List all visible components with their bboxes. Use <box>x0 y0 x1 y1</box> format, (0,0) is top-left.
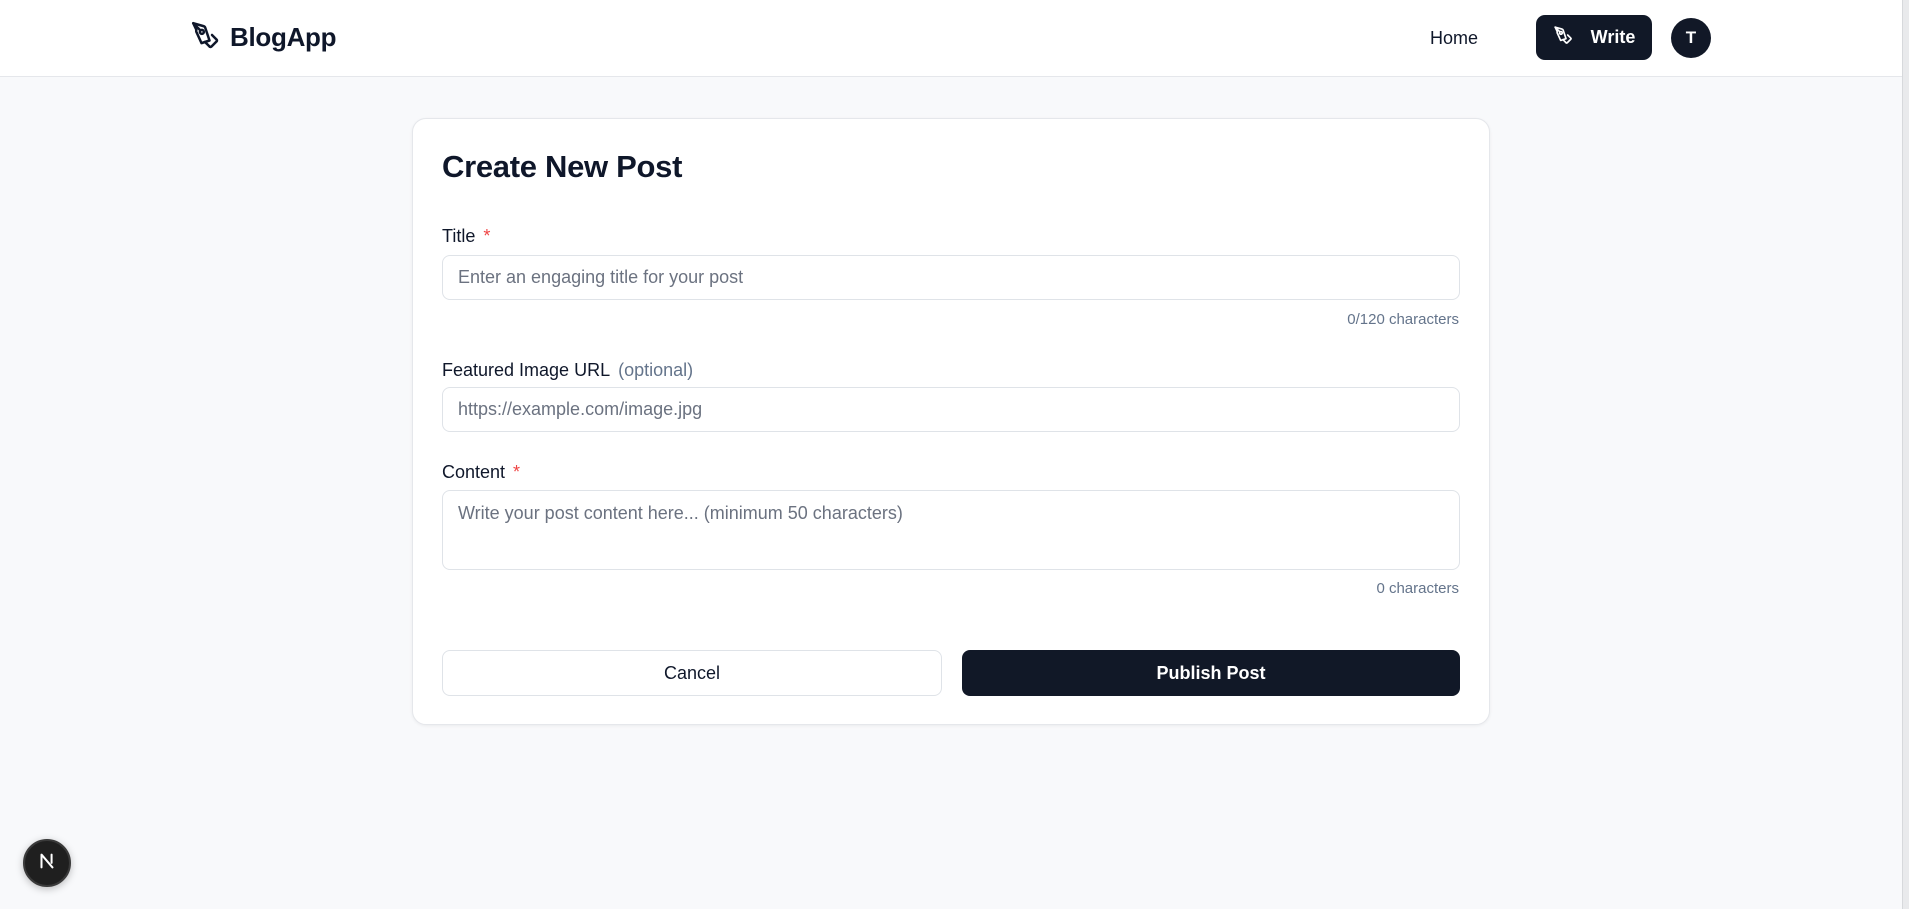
content-textarea[interactable] <box>442 490 1460 570</box>
write-button[interactable]: Write <box>1536 15 1652 60</box>
image-url-label-text: Featured Image URL <box>442 360 611 380</box>
publish-post-button[interactable]: Publish Post <box>962 650 1460 696</box>
title-field-label: Title * <box>442 226 490 247</box>
title-char-counter: 0/120 characters <box>1347 311 1459 328</box>
required-asterisk: * <box>483 226 491 246</box>
image-url-field-label: Featured Image URL (optional) <box>442 360 693 381</box>
brand-name: BlogApp <box>230 21 337 52</box>
nav-home-link[interactable]: Home <box>1430 24 1478 52</box>
image-url-input[interactable] <box>442 387 1460 432</box>
content-label-text: Content <box>442 462 506 482</box>
user-avatar[interactable]: T <box>1671 18 1711 58</box>
required-asterisk: * <box>513 462 521 482</box>
nextjs-dev-indicator[interactable] <box>23 839 71 887</box>
top-navbar: BlogApp Home Write T <box>0 0 1902 77</box>
page-scrollbar[interactable] <box>1902 0 1909 909</box>
content-field-label: Content * <box>442 462 520 483</box>
optional-note: (optional) <box>618 360 694 380</box>
write-button-label: Write <box>1590 27 1636 47</box>
cancel-button[interactable]: Cancel <box>442 650 942 696</box>
content-char-counter: 0 characters <box>1376 580 1459 597</box>
create-post-card: Create New Post Title* 0/120 characters … <box>412 118 1490 725</box>
nextjs-logo-icon <box>36 850 58 877</box>
page-title: Create New Post <box>442 149 683 184</box>
app-viewport: BlogApp Home Write T Create New Post Tit… <box>0 0 1909 909</box>
pen-tool-icon <box>1553 25 1573 50</box>
title-input[interactable] <box>442 255 1460 300</box>
title-label-text: Title <box>442 226 476 246</box>
pen-tool-icon <box>190 20 220 55</box>
brand-logo-link[interactable]: BlogApp <box>190 20 337 55</box>
